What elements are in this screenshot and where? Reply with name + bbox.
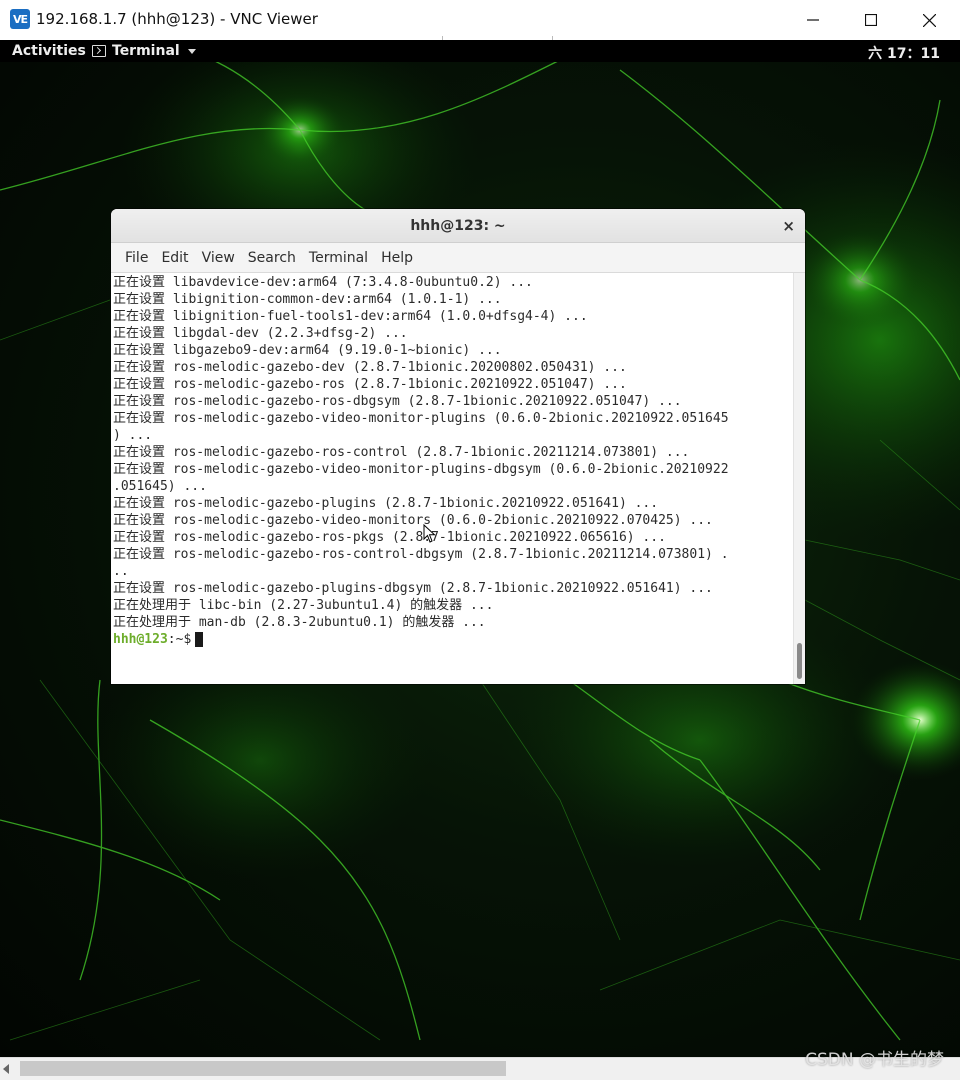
prompt-user-host: hhh@123 — [113, 632, 168, 647]
activities-button[interactable]: Activities — [12, 43, 86, 59]
terminal-close-button[interactable]: × — [782, 217, 795, 235]
terminal-title-bar[interactable]: hhh@123: ~ × — [111, 209, 805, 243]
mouse-pointer-icon — [423, 524, 436, 543]
prompt-separator: : — [167, 632, 176, 647]
terminal-line: 正在处理用于 man-db (2.8.3-2ubuntu0.1) 的触发器 ..… — [113, 615, 486, 630]
vnc-logo-icon: VE — [10, 9, 30, 29]
terminal-menu-bar: File Edit View Search Terminal Help — [111, 243, 805, 273]
scroll-left-icon[interactable] — [3, 1064, 9, 1074]
minimize-icon — [807, 19, 819, 21]
terminal-line: 正在设置 ros-melodic-gazebo-video-monitor-pl… — [113, 411, 729, 426]
menu-view[interactable]: View — [196, 250, 241, 266]
terminal-line: 正在设置 libgdal-dev (2.2.3+dfsg-2) ... — [113, 326, 408, 341]
maximize-icon — [865, 14, 877, 26]
vnc-title-bar: VE 192.168.1.7 (hhh@123) - VNC Viewer — [0, 0, 960, 41]
prompt-path: ~$ — [175, 632, 192, 647]
terminal-icon — [92, 45, 106, 57]
terminal-output[interactable]: 正在设置 libavdevice-dev:arm64 (7:3.4.8-0ubu… — [111, 273, 793, 684]
minimize-button[interactable] — [784, 0, 842, 40]
text-cursor — [195, 632, 204, 647]
maximize-button[interactable] — [842, 0, 900, 40]
terminal-line: ) ... — [113, 428, 153, 443]
terminal-line: 正在处理用于 libc-bin (2.27-3ubuntu1.4) 的触发器 .… — [113, 598, 494, 613]
remote-desktop[interactable]: Activities Terminal 六 17：11 hhh@123: ~ ×… — [0, 40, 960, 1057]
chevron-down-icon — [187, 48, 196, 54]
app-menu[interactable]: Terminal — [92, 43, 196, 59]
terminal-line: 正在设置 ros-melodic-gazebo-ros-control-dbgs… — [113, 547, 729, 562]
watermark: CSDN @书生的梦 — [805, 1050, 944, 1070]
app-menu-label: Terminal — [112, 43, 180, 59]
horizontal-scroll-thumb[interactable] — [20, 1061, 506, 1076]
terminal-window[interactable]: hhh@123: ~ × File Edit View Search Termi… — [111, 209, 805, 684]
terminal-line: 正在设置 libignition-fuel-tools1-dev:arm64 (… — [113, 309, 588, 324]
terminal-line: 正在设置 ros-melodic-gazebo-plugins-dbgsym (… — [113, 581, 713, 596]
terminal-line: 正在设置 ros-melodic-gazebo-ros-control (2.8… — [113, 445, 690, 460]
menu-search[interactable]: Search — [242, 250, 302, 266]
terminal-scrollbar[interactable] — [793, 273, 805, 684]
terminal-line: 正在设置 libavdevice-dev:arm64 (7:3.4.8-0ubu… — [113, 275, 533, 290]
terminal-title: hhh@123: ~ — [410, 218, 506, 234]
shell-prompt[interactable]: hhh@123: ~$ — [113, 631, 793, 648]
terminal-line: 正在设置 ros-melodic-gazebo-ros-dbgsym (2.8.… — [113, 394, 682, 409]
clock[interactable]: 六 17：11 — [868, 43, 940, 63]
menu-edit[interactable]: Edit — [155, 250, 194, 266]
terminal-line: .. — [113, 564, 129, 579]
terminal-line: 正在设置 libignition-common-dev:arm64 (1.0.1… — [113, 292, 502, 307]
menu-help[interactable]: Help — [375, 250, 419, 266]
menu-terminal[interactable]: Terminal — [303, 250, 374, 266]
window-title: 192.168.1.7 (hhh@123) - VNC Viewer — [36, 10, 318, 28]
close-button[interactable] — [900, 0, 958, 40]
terminal-line: 正在设置 ros-melodic-gazebo-video-monitor-pl… — [113, 462, 729, 477]
terminal-line: 正在设置 libgazebo9-dev:arm64 (9.19.0-1~bion… — [113, 343, 502, 358]
terminal-line: 正在设置 ros-melodic-gazebo-ros-pkgs (2.8.7-… — [113, 530, 666, 545]
gnome-top-bar: Activities Terminal 六 17：11 — [0, 40, 960, 62]
terminal-line: 正在设置 ros-melodic-gazebo-video-monitors (… — [113, 513, 713, 528]
terminal-line: 正在设置 ros-melodic-gazebo-dev (2.8.7-1bion… — [113, 360, 627, 375]
terminal-line: 正在设置 ros-melodic-gazebo-plugins (2.8.7-1… — [113, 496, 659, 511]
close-icon — [922, 13, 936, 27]
terminal-scroll-thumb[interactable] — [797, 643, 802, 679]
terminal-line: 正在设置 ros-melodic-gazebo-ros (2.8.7-1bion… — [113, 377, 627, 392]
terminal-line: .051645) ... — [113, 479, 207, 494]
menu-file[interactable]: File — [119, 250, 154, 266]
